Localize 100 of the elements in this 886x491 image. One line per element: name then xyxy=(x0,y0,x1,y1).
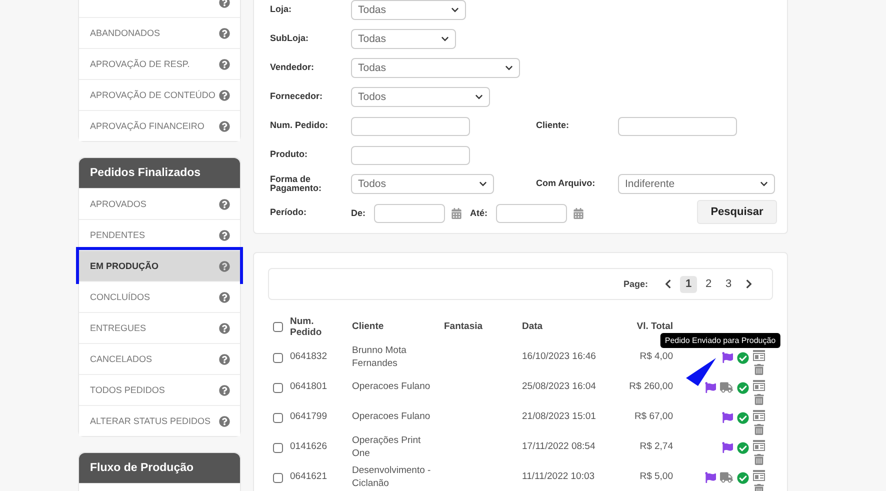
sidebar-item[interactable]: EM PRODUÇÃO xyxy=(79,250,240,281)
trash-icon[interactable] xyxy=(754,364,764,375)
help-icon[interactable] xyxy=(219,198,230,210)
table-cell-text: 16/10/2023 16:46 xyxy=(522,351,597,364)
sidebar-item[interactable]: ALTERAR STATUS PEDIDOS xyxy=(79,405,240,436)
input-field[interactable] xyxy=(618,116,737,136)
calendar-icon[interactable] xyxy=(573,208,584,218)
flag-icon[interactable] xyxy=(705,382,716,393)
flag-icon[interactable] xyxy=(705,472,716,483)
sidebar-item-label: APROVAÇÃO FINANCEIRO xyxy=(90,121,204,131)
field-label: Cliente: xyxy=(536,121,570,131)
help-icon[interactable] xyxy=(219,416,230,426)
sidebar-item[interactable]: APROVAÇÃO FINANCEIRO xyxy=(79,110,240,141)
row-checkbox[interactable] xyxy=(273,352,283,362)
trash-icon[interactable] xyxy=(754,424,764,435)
trash-icon[interactable] xyxy=(754,454,764,465)
select-all-checkbox[interactable] xyxy=(273,322,283,332)
table-cell-text: 0641621 xyxy=(290,471,328,484)
table-cell-text: 0641801 xyxy=(290,381,328,394)
field-label: Num. Pedido: xyxy=(270,121,329,131)
column-header: Num. Pedido xyxy=(290,316,323,338)
sidebar-item-label: ENTREGUES xyxy=(90,323,146,333)
help-icon[interactable] xyxy=(219,292,230,302)
table-cell-text: Operacoes Fulano xyxy=(352,411,432,424)
sidebar-item-label: ABANDONADOS xyxy=(90,28,160,38)
help-icon[interactable] xyxy=(219,120,230,132)
sidebar-item-label: APROVAÇÃO DE CONTEÚDO xyxy=(90,90,216,100)
tooltip: Pedido Enviado para Produção xyxy=(660,333,781,348)
flag-icon[interactable] xyxy=(722,352,733,363)
sidebar-item-label: APROVAÇÃO DE RESP. xyxy=(90,59,190,69)
caret-icon xyxy=(475,93,483,101)
field-label: Forma de Pagamento: xyxy=(270,174,323,194)
dropdown[interactable]: Todas xyxy=(351,0,466,20)
trash-icon[interactable] xyxy=(754,394,764,405)
previous-page-icon[interactable] xyxy=(663,279,673,289)
sidebar-item-label: CANCELADOS xyxy=(90,354,152,364)
date-field[interactable] xyxy=(496,204,567,222)
field-label: Vendedor: xyxy=(270,63,316,73)
field-label: Período: xyxy=(270,208,308,218)
form-icon[interactable] xyxy=(753,350,765,361)
form-icon[interactable] xyxy=(753,380,765,391)
table-cell-text: R$ 5,00 xyxy=(638,471,673,484)
help-icon[interactable] xyxy=(219,322,230,334)
search-button[interactable]: Pesquisar xyxy=(697,200,777,224)
flag-icon[interactable] xyxy=(722,442,733,453)
sidebar-heading: Fluxo de Produção xyxy=(79,453,240,483)
form-icon[interactable] xyxy=(753,470,765,481)
row-checkbox[interactable] xyxy=(273,412,283,422)
sidebar-item-label: CONCLUÍDOS xyxy=(90,292,150,302)
field-label: Fornecedor: xyxy=(270,92,324,102)
input-field[interactable] xyxy=(351,116,470,136)
field-label: De: xyxy=(351,208,367,218)
date-field[interactable] xyxy=(374,204,445,222)
table-cell-text: R$ 2,74 xyxy=(638,441,673,454)
dropdown[interactable]: Todos xyxy=(351,87,490,107)
help-icon[interactable] xyxy=(219,354,230,364)
field-label: Loja: xyxy=(270,5,292,15)
help-icon[interactable] xyxy=(219,230,230,240)
help-icon[interactable] xyxy=(219,58,230,70)
field-label: Com Arquivo: xyxy=(536,179,596,189)
dropdown[interactable]: Indiferente xyxy=(618,174,775,194)
sidebar-item-label: APROVADOS xyxy=(90,199,146,209)
table-cell-text: Brunno Mota Fernandes xyxy=(352,344,408,370)
truck-icon[interactable] xyxy=(720,472,733,483)
next-page-icon[interactable] xyxy=(744,279,754,289)
sidebar-heading: Pedidos Finalizados xyxy=(79,158,240,188)
page-button[interactable]: 2 xyxy=(700,276,717,292)
column-header: Vl. Total xyxy=(636,321,673,333)
table-cell-text: 21/08/2023 15:01 xyxy=(522,411,597,424)
flag-icon[interactable] xyxy=(722,412,733,423)
page-button[interactable]: 1 xyxy=(680,276,697,292)
help-icon[interactable] xyxy=(219,260,230,272)
sidebar-item[interactable]: PENDENTES xyxy=(79,219,240,250)
sidebar-item-label: TODOS PEDIDOS xyxy=(90,385,165,395)
form-icon[interactable] xyxy=(753,410,765,421)
table-cell-text: Operações Print One xyxy=(352,434,422,460)
dropdown[interactable]: Todas xyxy=(351,29,456,49)
page-button[interactable]: 3 xyxy=(720,276,737,292)
truck-icon[interactable] xyxy=(720,382,733,393)
help-icon[interactable] xyxy=(219,90,230,100)
sidebar-item-label: EM PRODUÇÃO xyxy=(90,261,159,271)
field-label: SubLoja: xyxy=(270,34,310,44)
caret-icon xyxy=(451,6,459,14)
table-cell-text: 0641832 xyxy=(290,351,328,364)
row-checkbox[interactable] xyxy=(273,442,283,452)
table-cell-text: 11/11/2022 10:03 xyxy=(522,471,596,484)
dropdown[interactable]: Todos xyxy=(351,174,494,194)
table-cell-text: R$ 4,00 xyxy=(638,351,673,364)
row-checkbox[interactable] xyxy=(273,472,283,482)
table-cell-text: R$ 67,00 xyxy=(633,411,673,424)
row-checkbox[interactable] xyxy=(273,382,283,392)
dropdown[interactable]: Todas xyxy=(351,58,520,78)
caret-icon xyxy=(760,180,768,188)
help-icon[interactable] xyxy=(219,384,230,396)
calendar-icon[interactable] xyxy=(451,208,462,218)
table-cell-text: Desenvolvimento - Ciclanão xyxy=(352,464,432,490)
input-field[interactable] xyxy=(351,146,470,164)
table-cell-text: 17/11/2022 08:54 xyxy=(522,441,596,454)
help-icon[interactable] xyxy=(219,28,230,38)
form-icon[interactable] xyxy=(753,440,765,451)
